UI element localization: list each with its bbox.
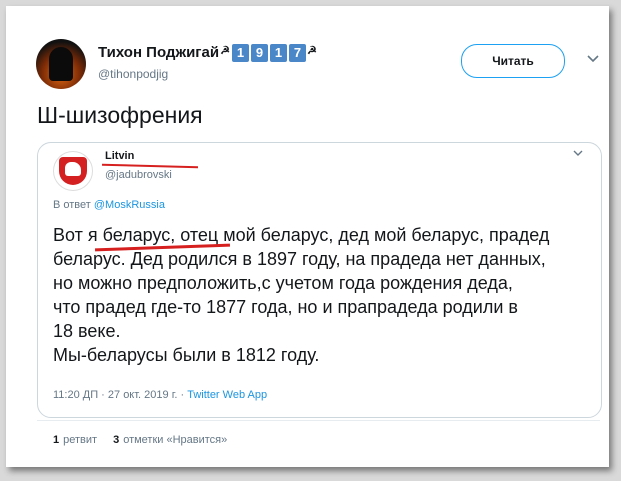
tweet-timestamp: 11:20 ДП · 27 окт. 2019 г. · Twitter Web… — [53, 389, 267, 401]
follow-button[interactable]: Читать — [461, 44, 565, 78]
avatar-figure — [49, 47, 73, 81]
tweet-card: Тихон Поджигай☭ 1 9 1 7 ☭ @tihonpodjig Читать… — [6, 6, 609, 467]
tweet-stats: 1 ретвит 3 отметки «Нравится» — [53, 434, 227, 446]
likes-count: 3 — [113, 434, 120, 446]
body-line: но можно предположить,с учетом года рожд… — [53, 273, 513, 293]
digit-badge-3: 1 — [269, 44, 287, 63]
digit-badge-2: 9 — [250, 44, 268, 63]
body-line: 18 веке. — [53, 321, 121, 341]
timestamp-text[interactable]: 11:20 ДП · 27 окт. 2019 г. · — [53, 389, 187, 401]
reply-context: В ответ @MoskRussia — [53, 199, 165, 211]
reply-mention-link[interactable]: @MoskRussia — [94, 199, 165, 211]
quoted-author-handle[interactable]: @jadubrovski — [105, 169, 172, 181]
likes-stat[interactable]: 3 отметки «Нравится» — [113, 434, 227, 446]
body-line: что прадед где-то 1877 года, но и прапра… — [53, 297, 518, 317]
red-underline — [101, 163, 199, 169]
digit-badge-1: 1 — [231, 44, 249, 63]
quoted-tweet-body: Вот я беларус, отец мой беларус, дед мой… — [53, 223, 593, 367]
body-line: Мы-беларусы были в 1812 году. — [53, 345, 320, 365]
hammer-sickle-icon: ☭ — [220, 45, 230, 57]
likes-label: отметки «Нравится» — [123, 434, 228, 446]
knight-icon — [65, 162, 81, 176]
reply-prefix: В ответ — [53, 199, 94, 211]
author-name[interactable]: Тихон Поджигай☭ 1 9 1 7 ☭ — [98, 44, 317, 63]
chevron-down-icon[interactable] — [584, 50, 602, 68]
body-line: беларус. Дед родился в 1897 году, на пра… — [53, 249, 546, 269]
quoted-author-name[interactable]: Litvin — [105, 150, 134, 162]
author-avatar[interactable] — [36, 39, 86, 89]
quoted-tweet[interactable]: Litvin @jadubrovski В ответ @MoskRussia … — [37, 142, 602, 418]
hammer-sickle-icon: ☭ — [306, 45, 317, 57]
retweets-label: ретвит — [63, 434, 98, 446]
quoted-author-avatar[interactable] — [53, 151, 93, 191]
author-handle[interactable]: @tihonpodjig — [98, 67, 168, 81]
chevron-down-icon[interactable] — [571, 149, 585, 163]
digit-badge-4: 7 — [288, 44, 306, 63]
divider — [37, 420, 600, 421]
tweet-text: Ш-шизофрения — [37, 102, 203, 128]
retweets-count: 1 — [53, 434, 60, 446]
author-name-text: Тихон Поджигай — [98, 44, 220, 61]
retweets-stat[interactable]: 1 ретвит — [53, 434, 97, 446]
body-line: Вот я беларус, отец мой беларус, дед мой… — [53, 225, 550, 245]
source-app-link[interactable]: Twitter Web App — [187, 389, 267, 401]
